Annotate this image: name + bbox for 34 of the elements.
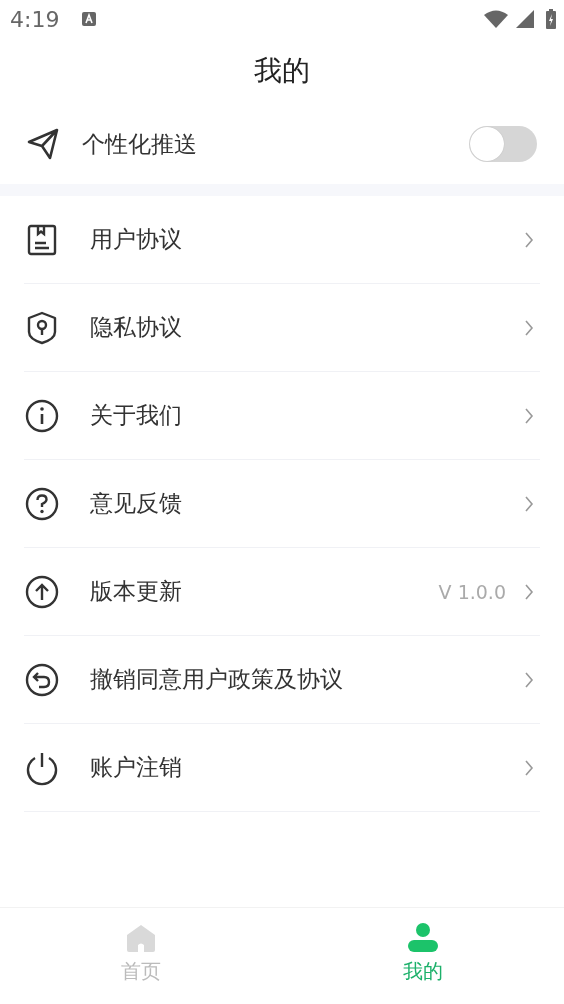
menu-item[interactable]: 用户协议 [24,196,540,284]
setting-label: 个性化推送 [82,129,197,159]
chevron-right-icon [524,494,534,513]
menu-label: 版本更新 [90,577,182,606]
battery-icon [546,9,556,29]
toggle-switch[interactable] [469,126,537,162]
menu-item[interactable]: 账户注销 [24,724,540,812]
menu-label: 用户协议 [90,225,182,254]
page-title: 我的 [254,53,310,89]
menu-label: 意见反馈 [90,489,182,518]
chevron-right-icon [524,670,534,689]
help-icon [24,485,60,522]
version-text: V 1.0.0 [438,580,506,603]
menu-item[interactable]: 撤销同意用户政策及协议 [24,636,540,724]
menu-label: 关于我们 [90,401,182,430]
menu-item[interactable]: 隐私协议 [24,284,540,372]
undo-icon [24,661,60,698]
chevron-right-icon [524,318,534,337]
menu-item[interactable]: 版本更新 V 1.0.0 [24,548,540,636]
menu-label: 账户注销 [90,753,182,782]
info-icon [24,397,60,434]
menu-label: 隐私协议 [90,313,182,342]
chevron-right-icon [524,758,534,777]
chevron-right-icon [524,582,534,601]
signal-icon [516,10,534,28]
menu-item[interactable]: 意见反馈 [24,460,540,548]
chevron-right-icon [524,406,534,425]
up-arrow-circle-icon [24,573,60,610]
chevron-right-icon [524,230,534,249]
menu-item[interactable]: 关于我们 [24,372,540,460]
wifi-icon [484,10,508,28]
menu-label: 撤销同意用户政策及协议 [90,665,343,694]
status-time: 4:19 [10,6,60,32]
keyboard-notification-icon [81,11,98,27]
